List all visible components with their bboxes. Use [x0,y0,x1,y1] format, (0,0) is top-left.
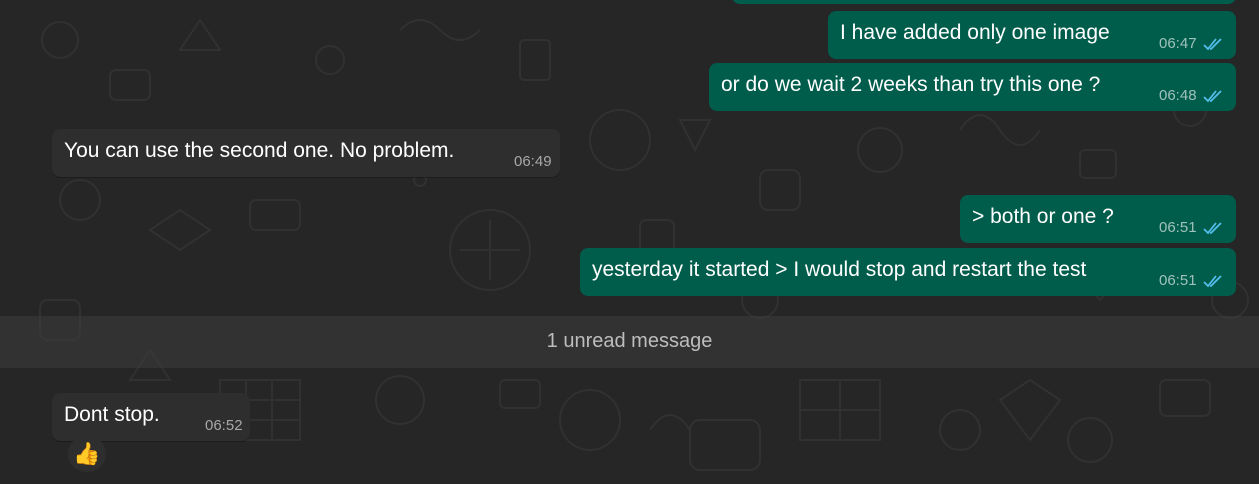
message-time: 06:51 [1159,272,1197,289]
previous-message-bubble[interactable] [732,0,1236,4]
double-check-icon [1202,275,1222,288]
message-text: I have added only one image [840,21,1110,44]
message-meta: 06:49 [514,150,552,174]
unread-messages-divider: 1 unread message [0,316,1259,368]
message-time: 06:47 [1159,35,1197,52]
message-time: 06:51 [1159,219,1197,236]
message-meta: 06:52 [205,414,243,438]
message-meta: 06:51 [1159,216,1223,240]
thumbs-up-icon: 👍 [73,441,101,466]
message-bubble-outgoing[interactable]: or do we wait 2 weeks than try this one … [709,63,1236,111]
message-text: or do we wait 2 weeks than try this one … [721,73,1101,96]
message-time: 06:52 [205,417,243,434]
double-check-icon [1202,90,1222,103]
message-bubble-outgoing[interactable]: yesterday it started > I would stop and … [580,248,1236,296]
message-bubble-incoming[interactable]: You can use the second one. No problem. … [52,129,560,177]
chat-pane: I have added only one image 06:47 or do … [0,0,1259,484]
message-meta: 06:51 [1159,269,1223,293]
message-text: > both or one ? [972,205,1114,228]
message-meta: 06:47 [1159,32,1223,56]
message-text: Dont stop. [64,403,160,426]
message-time: 06:49 [514,153,552,170]
double-check-icon [1202,38,1222,51]
message-bubble-incoming[interactable]: Dont stop. 06:52 [52,393,250,441]
message-text: You can use the second one. No problem. [64,139,455,162]
message-bubble-outgoing[interactable]: I have added only one image 06:47 [828,11,1236,59]
message-text: yesterday it started > I would stop and … [592,258,1087,281]
message-time: 06:48 [1159,87,1197,104]
double-check-icon [1202,222,1222,235]
reaction-badge[interactable]: 👍 [68,436,106,472]
unread-count-label: 1 unread message [546,330,713,352]
message-meta: 06:48 [1159,84,1223,108]
message-bubble-outgoing[interactable]: > both or one ? 06:51 [960,195,1236,243]
